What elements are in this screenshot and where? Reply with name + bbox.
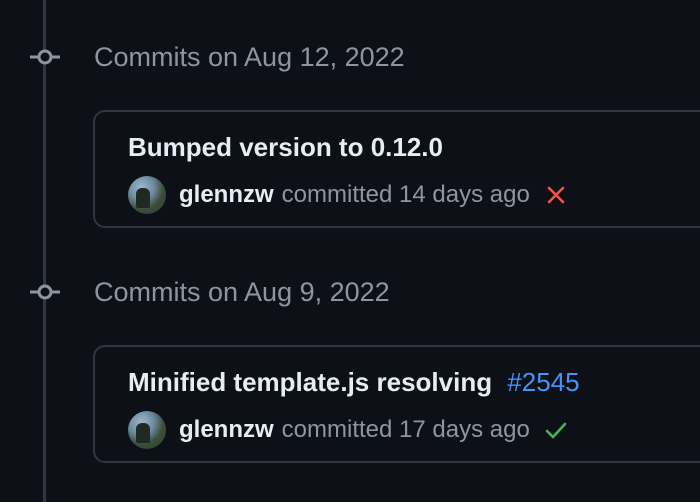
pull-request-link[interactable]: #2545: [507, 367, 579, 397]
commit-meta: glennzw committed 17 days ago: [128, 410, 568, 450]
avatar[interactable]: [128, 176, 166, 214]
commit-author[interactable]: glennzw: [179, 181, 274, 209]
commit-time: committed 17 days ago: [281, 416, 530, 443]
commit-message[interactable]: Bumped version to 0.12.0: [128, 132, 443, 162]
commit-group-header: Commits on Aug 9, 2022: [94, 277, 390, 307]
commit-time: committed 14 days ago: [281, 181, 530, 208]
commit-message[interactable]: Minified template.js resolving: [128, 367, 492, 397]
commit-meta: glennzw committed 14 days ago: [128, 175, 568, 215]
x-icon[interactable]: [544, 183, 568, 207]
commit-group-header: Commits on Aug 12, 2022: [94, 42, 405, 72]
commit-title[interactable]: Minified template.js resolving #2545: [128, 367, 580, 398]
commit-card: Bumped version to 0.12.0 glennzw committ…: [93, 110, 700, 228]
avatar[interactable]: [128, 411, 166, 449]
commit-author[interactable]: glennzw: [179, 416, 274, 444]
check-icon[interactable]: [544, 418, 568, 442]
commit-card: Minified template.js resolving #2545 gle…: [93, 345, 700, 463]
commit-title[interactable]: Bumped version to 0.12.0: [128, 132, 443, 163]
commit-history-page: Commits on Aug 12, 2022 Bumped version t…: [0, 0, 700, 502]
commit-node-icon: [30, 37, 60, 77]
commit-node-icon: [30, 272, 60, 312]
